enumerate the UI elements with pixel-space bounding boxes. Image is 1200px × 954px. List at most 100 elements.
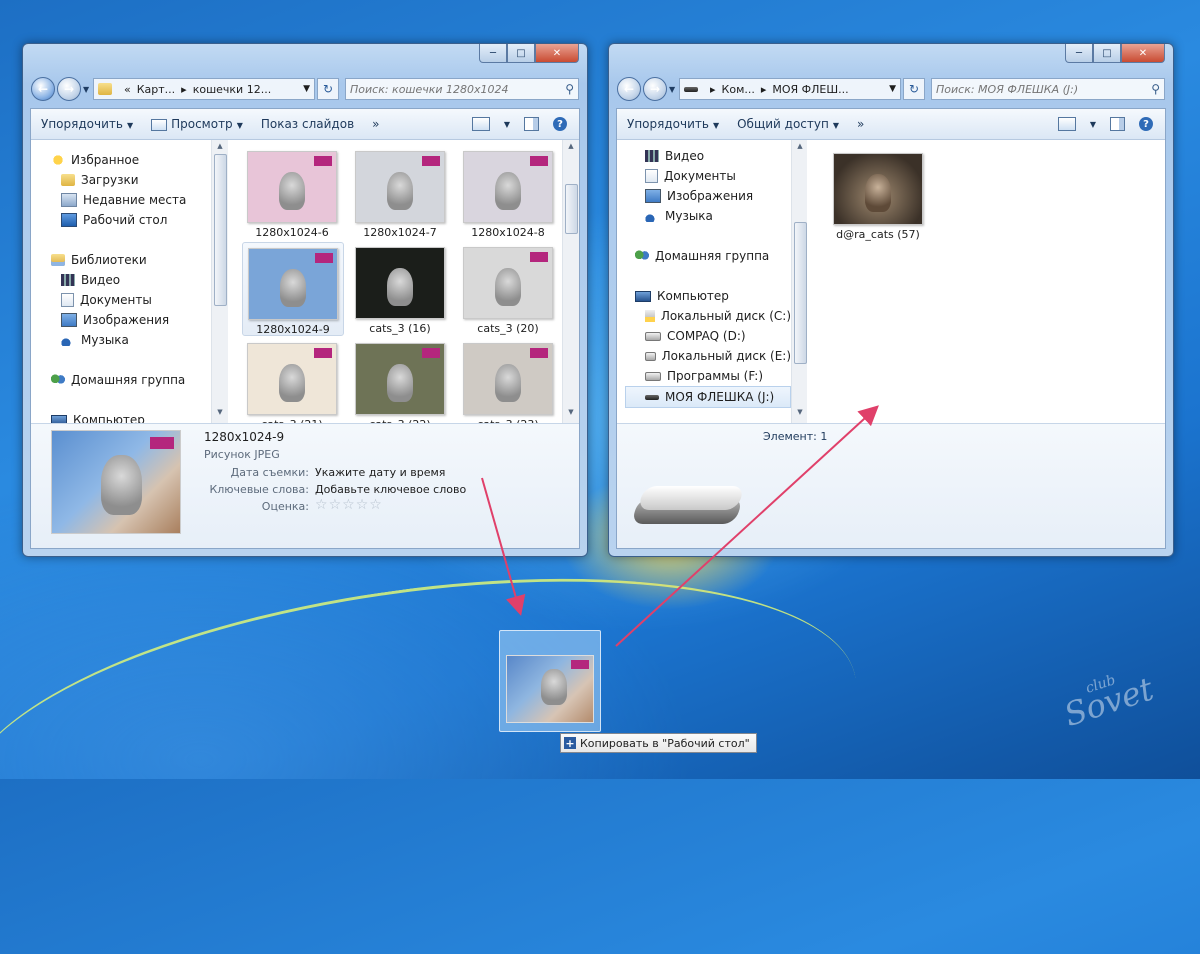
more-commands-button[interactable]: » [857,117,864,131]
file-tile[interactable]: 1280x1024-9 [242,242,344,336]
address-part[interactable]: кошечки 12... [193,83,271,96]
music-icon [61,334,75,346]
nav-desktop[interactable]: Рабочий стол [51,210,211,230]
file-tile[interactable]: cats_3 (23) [458,338,558,431]
chevron-down-icon[interactable]: ▼ [303,84,310,94]
maximize-button[interactable]: □ [507,44,535,63]
search-icon[interactable]: ⚲ [565,82,574,96]
search-input[interactable] [350,82,566,96]
preview-pane-icon[interactable] [1110,117,1125,131]
nav-video[interactable]: Видео [51,270,211,290]
file-tile[interactable]: 1280x1024-7 [350,146,450,239]
organize-button[interactable]: Упорядочить ▼ [627,117,719,131]
forward-button[interactable]: → [57,77,81,101]
help-icon[interactable]: ? [553,117,567,131]
drag-thumbnail [506,655,594,723]
search-input[interactable] [936,82,1152,96]
change-view-icon[interactable] [471,117,490,131]
chevron-right-icon: ▸ [181,82,187,96]
drag-ghost-image[interactable] [499,630,601,732]
forward-button[interactable]: → [643,77,667,101]
refresh-button[interactable]: ↻ [903,78,925,100]
minimize-button[interactable]: ─ [1065,44,1093,63]
address-bar[interactable]: « Карт... ▸ кошечки 12... ▼ [93,78,315,100]
view-options-dropdown[interactable]: ▼ [1090,120,1096,129]
nav-music[interactable]: Музыка [51,330,211,350]
scrollbar-thumb[interactable] [214,154,227,306]
nav-libraries[interactable]: Библиотеки [51,250,211,270]
history-dropdown[interactable]: ▼ [669,85,679,94]
nav-video[interactable]: Видео [625,146,791,166]
more-commands-button[interactable]: » [372,117,379,131]
scrollbar-thumb[interactable] [565,184,578,234]
documents-icon [645,169,658,183]
address-part[interactable]: Ком... [722,83,755,96]
scroll-up-icon[interactable]: ▲ [792,142,807,156]
nav-scrollbar[interactable]: ▲ ▼ [791,140,807,424]
search-icon[interactable]: ⚲ [1151,82,1160,96]
view-button[interactable]: Просмотр ▼ [151,117,243,131]
nav-computer[interactable]: Компьютер [625,286,791,306]
file-tile[interactable]: cats_3 (21) [242,338,342,431]
search-box[interactable]: ⚲ [931,78,1165,100]
cat-image [278,363,306,403]
view-options-dropdown[interactable]: ▼ [504,120,510,129]
close-button[interactable]: ✕ [1121,44,1165,63]
back-button[interactable]: ← [31,77,55,101]
file-tile[interactable]: d@ra_cats (57) [828,148,928,241]
nav-disk-f[interactable]: Программы (F:) [625,366,791,386]
detail-date-value[interactable]: Укажите дату и время [315,466,445,479]
nav-disk-c[interactable]: Локальный диск (C:) [625,306,791,326]
slideshow-button[interactable]: Показ слайдов [261,117,354,131]
nav-disk-e[interactable]: Локальный диск (E:) [625,346,791,366]
maximize-button[interactable]: □ [1093,44,1121,63]
organize-button[interactable]: Упорядочить ▼ [41,117,133,131]
history-dropdown[interactable]: ▼ [83,85,93,94]
address-part[interactable]: Карт... [137,83,175,96]
rating-stars[interactable]: ☆☆☆☆☆ [315,497,383,513]
nav-documents[interactable]: Документы [625,166,791,186]
nav-scrollbar[interactable]: ▲ ▼ [211,140,228,424]
nav-images[interactable]: Изображения [51,310,211,330]
scroll-down-icon[interactable]: ▼ [792,408,807,422]
nav-downloads[interactable]: Загрузки [51,170,211,190]
star-icon[interactable]: ☆ [315,497,329,513]
detail-keywords-value[interactable]: Добавьте ключевое слово [315,483,466,496]
star-icon[interactable]: ☆ [342,497,356,513]
scroll-down-icon[interactable]: ▼ [212,408,228,422]
share-button[interactable]: Общий доступ ▼ [737,117,839,131]
scroll-down-icon[interactable]: ▼ [563,408,579,422]
address-bar[interactable]: ▸ Ком... ▸ МОЯ ФЛЕШ... ▼ [679,78,901,100]
address-part[interactable]: МОЯ ФЛЕШ... [772,83,848,96]
grid-scrollbar[interactable]: ▲ ▼ [562,140,579,424]
nav-music[interactable]: Музыка [625,206,791,226]
help-icon[interactable]: ? [1139,117,1153,131]
change-view-icon[interactable] [1057,117,1076,131]
nav-homegroup[interactable]: Домашняя группа [625,246,791,266]
nav-documents[interactable]: Документы [51,290,211,310]
nav-recent-places[interactable]: Недавние места [51,190,211,210]
refresh-icon: ↻ [908,82,920,96]
file-tile[interactable]: 1280x1024-6 [242,146,342,239]
star-icon[interactable]: ☆ [356,497,370,513]
close-button[interactable]: ✕ [535,44,579,63]
nav-favorites[interactable]: Избранное [51,150,211,170]
star-icon[interactable]: ☆ [329,497,343,513]
scrollbar-thumb[interactable] [794,222,807,364]
back-button[interactable]: ← [617,77,641,101]
file-tile[interactable]: 1280x1024-8 [458,146,558,239]
file-tile[interactable]: cats_3 (16) [350,242,450,335]
star-icon[interactable]: ☆ [369,497,383,513]
preview-pane-icon[interactable] [524,117,539,131]
nav-images[interactable]: Изображения [625,186,791,206]
nav-disk-d[interactable]: COMPAQ (D:) [625,326,791,346]
file-tile[interactable]: cats_3 (20) [458,242,558,335]
minimize-button[interactable]: ─ [479,44,507,63]
search-box[interactable]: ⚲ [345,78,579,100]
chevron-down-icon[interactable]: ▼ [889,84,896,94]
nav-homegroup[interactable]: Домашняя группа [51,370,211,390]
refresh-button[interactable]: ↻ [317,78,339,100]
file-tile[interactable]: cats_3 (22) [350,338,450,431]
scroll-up-icon[interactable]: ▲ [563,142,579,156]
nav-disk-j[interactable]: МОЯ ФЛЕШКА (J:) [625,386,791,408]
